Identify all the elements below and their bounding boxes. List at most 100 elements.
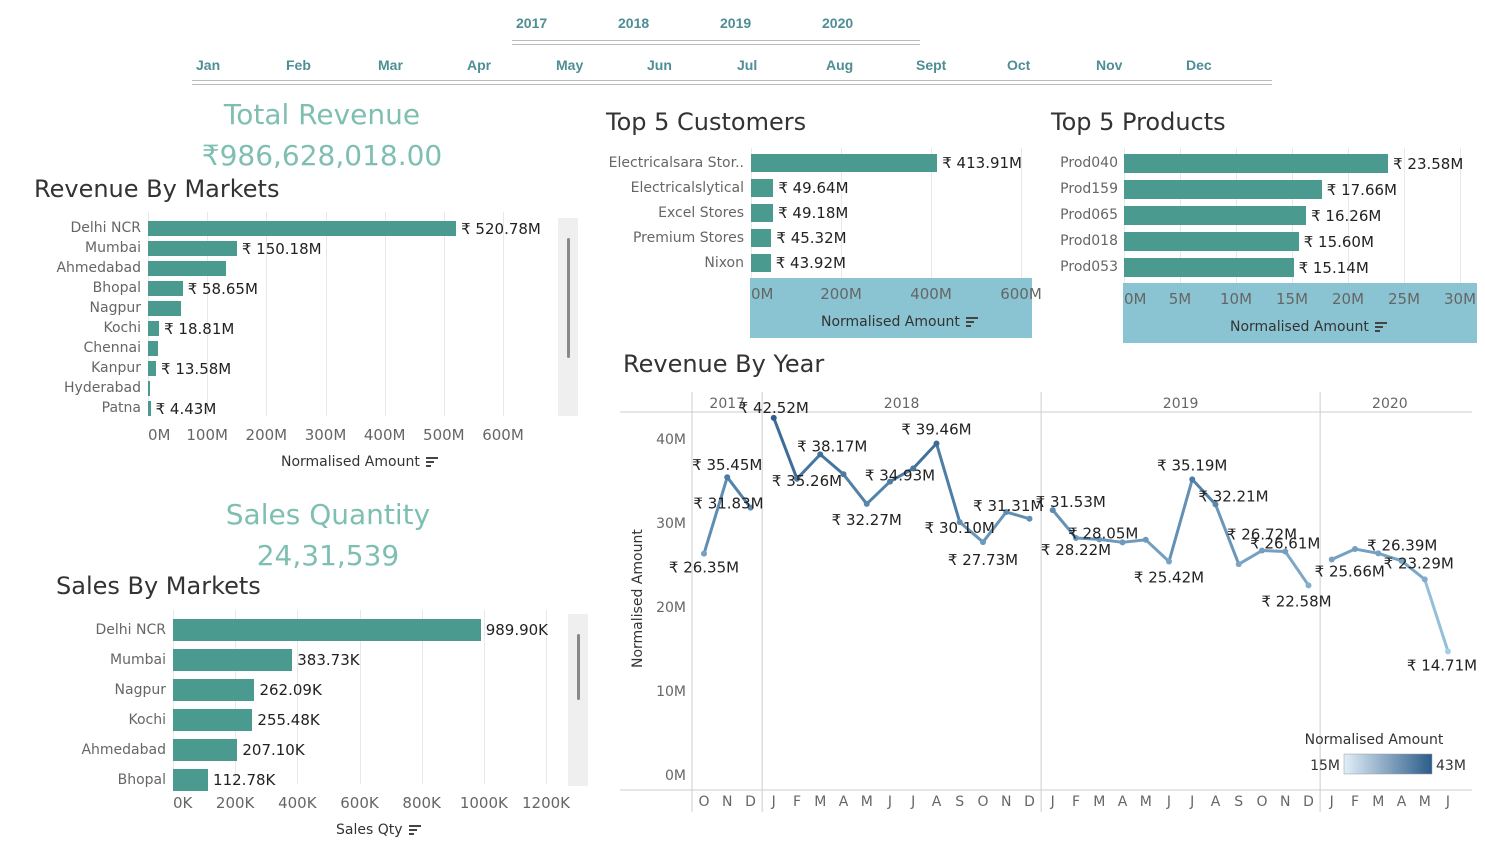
data-label: ₹ 26.35M xyxy=(669,559,739,577)
line-segment xyxy=(1167,477,1194,563)
month-tick-label: A xyxy=(1211,794,1221,810)
line-segment xyxy=(1144,538,1171,563)
data-point[interactable] xyxy=(1026,515,1033,522)
data-point[interactable] xyxy=(1421,576,1428,583)
y-axis-title: Normalised Amount xyxy=(630,529,646,668)
line-segment xyxy=(911,442,938,470)
year-header: 2020 xyxy=(1372,396,1408,412)
year-header: 2018 xyxy=(884,396,920,412)
line-segment xyxy=(1423,577,1450,653)
line-segment xyxy=(702,475,729,556)
y-tick-label: 40M xyxy=(656,432,686,448)
data-point[interactable] xyxy=(1166,558,1172,565)
data-point[interactable] xyxy=(1305,582,1312,589)
y-tick-label: 20M xyxy=(656,600,686,616)
data-label: ₹ 34.93M xyxy=(865,467,935,485)
month-tick-label: M xyxy=(1140,794,1152,810)
data-point[interactable] xyxy=(980,539,986,546)
line-segment xyxy=(1283,549,1310,587)
data-label: ₹ 14.71M xyxy=(1407,656,1477,674)
month-tick-label: N xyxy=(1280,794,1290,810)
line-segment xyxy=(935,442,962,524)
data-point[interactable] xyxy=(1235,561,1242,568)
data-label: ₹ 26.61M xyxy=(1250,534,1320,552)
month-tick-label: N xyxy=(1001,794,1011,810)
data-point[interactable] xyxy=(910,465,917,472)
year-header: 2019 xyxy=(1163,396,1199,412)
data-point[interactable] xyxy=(1189,476,1196,483)
data-label: ₹ 30.10M xyxy=(925,519,995,537)
month-tick-label: M xyxy=(861,794,873,810)
month-tick-label: D xyxy=(1024,794,1035,810)
data-point[interactable] xyxy=(933,440,940,447)
month-tick-label: O xyxy=(698,794,709,810)
month-tick-label: J xyxy=(1445,794,1450,810)
data-label: ₹ 26.39M xyxy=(1367,536,1437,554)
legend-max-label: 43M xyxy=(1436,758,1466,774)
month-tick-label: J xyxy=(1050,794,1055,810)
month-tick-label: J xyxy=(1189,794,1194,810)
data-label: ₹ 31.53M xyxy=(1036,493,1106,511)
month-tick-label: S xyxy=(1234,794,1243,810)
month-tick-label: J xyxy=(910,794,915,810)
data-point[interactable] xyxy=(840,471,847,478)
line-segment xyxy=(865,480,892,506)
data-point[interactable] xyxy=(724,474,731,481)
month-tick-label: S xyxy=(955,794,964,810)
data-label: ₹ 39.46M xyxy=(901,421,971,439)
line-segment xyxy=(1330,547,1357,561)
month-tick-label: J xyxy=(1329,794,1334,810)
data-label: ₹ 31.31M xyxy=(973,497,1043,515)
month-tick-label: N xyxy=(722,794,732,810)
month-tick-label: D xyxy=(745,794,756,810)
data-label: ₹ 22.58M xyxy=(1261,592,1331,610)
month-tick-label: M xyxy=(1419,794,1431,810)
month-tick-label: D xyxy=(1303,794,1314,810)
data-label: ₹ 42.52M xyxy=(739,399,809,417)
data-label: ₹ 27.73M xyxy=(948,551,1018,569)
line-segment xyxy=(1237,549,1264,566)
data-label: ₹ 28.22M xyxy=(1041,541,1111,559)
month-tick-label: M xyxy=(814,794,826,810)
data-point[interactable] xyxy=(1142,536,1149,543)
month-tick-label: O xyxy=(1256,794,1267,810)
data-point[interactable] xyxy=(863,500,870,507)
data-label: ₹ 25.66M xyxy=(1315,562,1385,580)
month-tick-label: A xyxy=(932,794,942,810)
data-label: ₹ 28.05M xyxy=(1068,524,1138,542)
data-label: ₹ 32.21M xyxy=(1198,487,1268,505)
legend-gradient xyxy=(1343,753,1433,775)
data-point[interactable] xyxy=(701,550,707,557)
data-point[interactable] xyxy=(1352,546,1358,553)
y-tick-label: 0M xyxy=(665,768,686,784)
data-label: ₹ 32.27M xyxy=(832,511,902,529)
data-label: ₹ 25.42M xyxy=(1134,568,1204,586)
data-label: ₹ 23.29M xyxy=(1384,554,1454,572)
legend-min-label: 15M xyxy=(1310,758,1340,774)
month-tick-label: J xyxy=(1166,794,1171,810)
month-tick-label: F xyxy=(1072,794,1080,810)
y-tick-label: 30M xyxy=(656,516,686,532)
data-point[interactable] xyxy=(1445,648,1451,655)
data-label: ₹ 35.19M xyxy=(1157,456,1227,474)
month-tick-label: A xyxy=(839,794,849,810)
data-label: ₹ 38.17M xyxy=(797,437,867,455)
month-tick-label: A xyxy=(1118,794,1128,810)
data-label: ₹ 35.45M xyxy=(692,456,762,474)
line-segment xyxy=(772,416,799,481)
month-tick-label: J xyxy=(771,794,776,810)
data-point[interactable] xyxy=(1119,539,1126,546)
month-tick-label: J xyxy=(887,794,892,810)
month-tick-label: F xyxy=(793,794,801,810)
legend-title: Normalised Amount xyxy=(1305,732,1444,748)
month-tick-label: F xyxy=(1351,794,1359,810)
revenue-by-year-chart: 0M10M20M30M40MNormalised Amount2017 2018 2… xyxy=(620,392,1477,812)
data-label: ₹ 35.26M xyxy=(772,472,842,490)
month-tick-label: M xyxy=(1372,794,1384,810)
month-tick-label: O xyxy=(977,794,988,810)
month-tick-label: M xyxy=(1093,794,1105,810)
data-label: ₹ 31.83M xyxy=(693,495,763,513)
month-tick-label: A xyxy=(1397,794,1407,810)
y-tick-label: 10M xyxy=(656,684,686,700)
line-segment xyxy=(842,472,869,506)
